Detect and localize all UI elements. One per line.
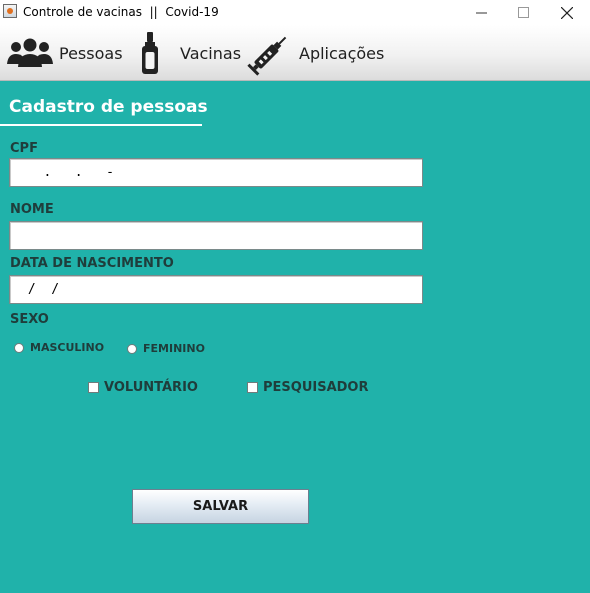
toolbar-item-pessoas[interactable]: Pessoas: [6, 25, 123, 81]
maximize-button[interactable]: [500, 0, 546, 25]
vaccine-vial-icon: [142, 32, 158, 74]
sexo-label: SEXO: [10, 312, 49, 327]
cpf-label: CPF: [10, 141, 38, 156]
window-title: Controle de vacinas || Covid-19: [23, 5, 219, 19]
title-bar: Controle de vacinas || Covid-19: [0, 0, 590, 25]
main-toolbar: Pessoas Vacinas Aplicações: [0, 25, 590, 81]
people-icon: [7, 38, 53, 67]
cpf-input[interactable]: [9, 158, 423, 187]
close-icon: [561, 6, 573, 19]
java-icon: [3, 4, 17, 18]
radio-masculino[interactable]: MASCULINO: [14, 341, 104, 354]
syringe-icon: [247, 36, 287, 76]
nascimento-label: DATA DE NASCIMENTO: [10, 256, 174, 271]
radio-feminino[interactable]: FEMININO: [127, 342, 205, 355]
toolbar-item-vacinas[interactable]: Vacinas: [138, 25, 241, 81]
minimize-button[interactable]: [458, 0, 504, 25]
radio-button[interactable]: [127, 343, 137, 354]
checkbox[interactable]: [88, 382, 99, 393]
checkbox[interactable]: [247, 382, 258, 393]
heading-underline: [0, 124, 202, 126]
toolbar-item-label: Pessoas: [59, 43, 123, 63]
radio-label-masculino: MASCULINO: [30, 341, 105, 354]
checkbox-label-pesquisador: PESQUISADOR: [263, 380, 369, 395]
close-button[interactable]: [544, 0, 590, 25]
checkbox-pesquisador[interactable]: PESQUISADOR: [247, 380, 369, 395]
toolbar-item-label: Aplicações: [299, 43, 385, 63]
radio-button[interactable]: [14, 342, 24, 353]
radio-label-feminino: FEMININO: [143, 342, 205, 355]
minimize-icon: [475, 12, 487, 14]
save-button[interactable]: SALVAR: [132, 489, 309, 524]
nome-input[interactable]: [9, 221, 423, 250]
maximize-icon: [517, 7, 529, 18]
toolbar-item-aplicacoes[interactable]: Aplicações: [247, 25, 384, 81]
nome-label: NOME: [10, 202, 54, 217]
checkbox-label-voluntario: VOLUNTÁRIO: [104, 380, 198, 395]
page-title: Cadastro de pessoas: [9, 97, 208, 117]
checkbox-voluntario[interactable]: VOLUNTÁRIO: [88, 380, 198, 395]
nascimento-input[interactable]: [9, 275, 423, 304]
toolbar-item-label: Vacinas: [180, 43, 242, 63]
